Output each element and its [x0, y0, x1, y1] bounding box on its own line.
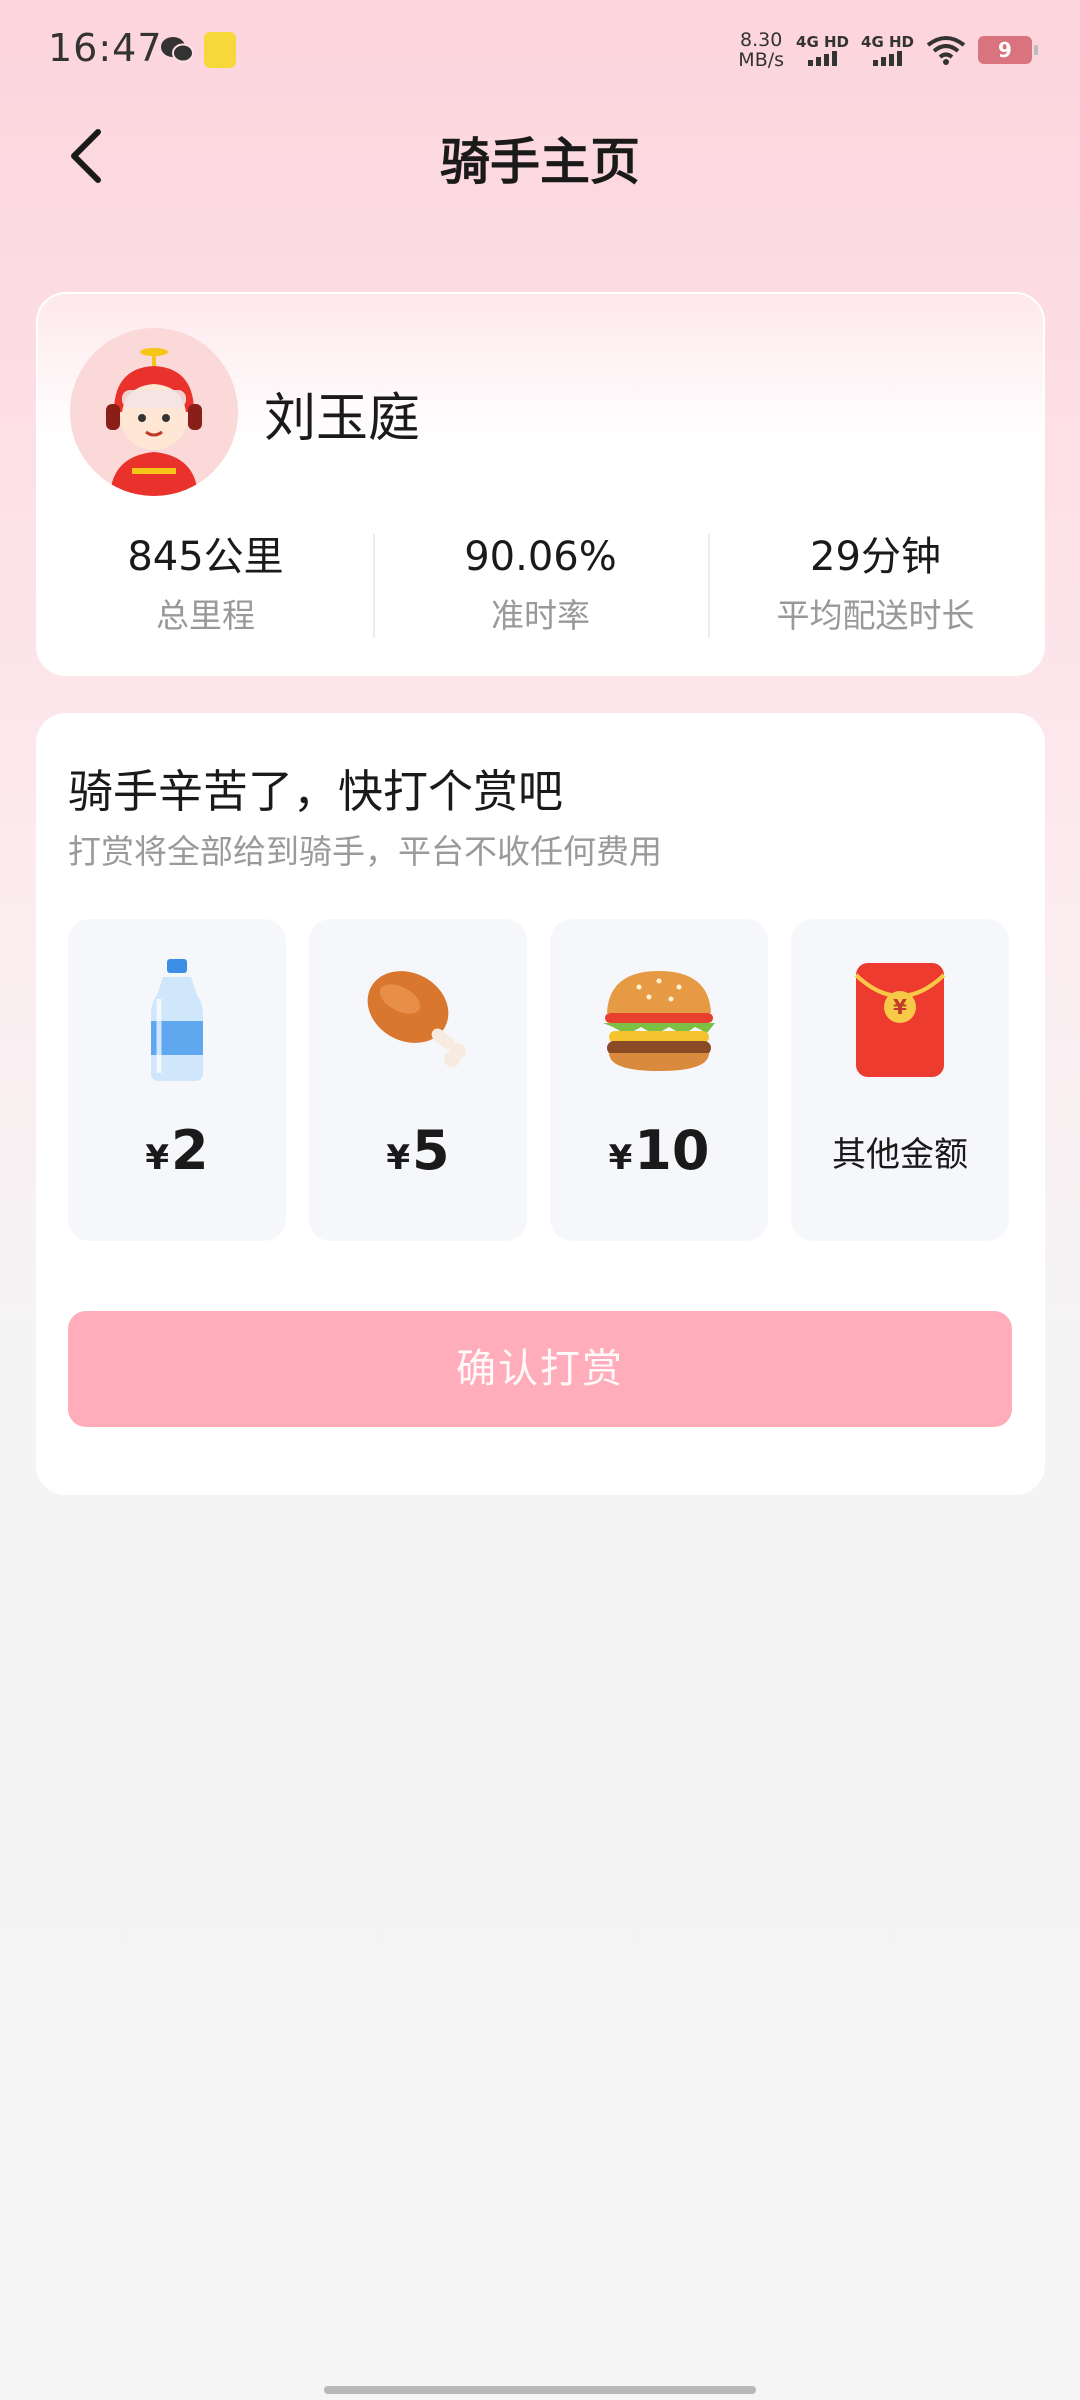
tip-amount: ¥2 [145, 1119, 209, 1182]
tip-card: 骑手辛苦了，快打个赏吧 打赏将全部给到骑手，平台不收任何费用 ¥2 ¥5 ¥10… [36, 713, 1045, 1495]
app-notification-icon [204, 32, 236, 68]
stat-value: 29分钟 [810, 534, 941, 580]
tip-other-amount-label: 其他金额 [832, 1135, 968, 1175]
stat-label: 总里程 [156, 596, 255, 635]
rider-stats: 845公里 总里程 90.06% 准时率 29分钟 平均配送时长 [38, 532, 1043, 638]
status-bar: 16:47 8.30 MB/s 4G HD 4G HD 9 [0, 0, 1080, 100]
tip-amount: ¥5 [386, 1119, 450, 1182]
signal-bars-icon [873, 50, 902, 66]
tip-option-2[interactable]: ¥2 [68, 919, 286, 1241]
page-title: 骑手主页 [440, 133, 640, 191]
rider-profile-card: 刘玉庭 845公里 总里程 90.06% 准时率 29分钟 平均配送时长 [36, 292, 1045, 676]
sim1-signal: 4G HD [796, 34, 849, 66]
status-time: 16:47 [48, 26, 163, 70]
burger-icon [603, 971, 715, 1071]
tip-amount: ¥10 [608, 1119, 710, 1182]
stat-avg-delivery-time: 29分钟 平均配送时长 [708, 532, 1043, 638]
red-envelope-icon: ¥ [854, 963, 946, 1077]
rider-avatar [70, 328, 238, 496]
sim2-signal: 4G HD [861, 34, 914, 66]
tip-options: ¥2 ¥5 ¥10 ¥ 其他金额 [68, 919, 1009, 1241]
status-indicators: 8.30 MB/s 4G HD 4G HD 9 [738, 28, 1038, 72]
tip-option-10[interactable]: ¥10 [550, 919, 768, 1241]
stat-label: 平均配送时长 [776, 596, 975, 635]
tip-subtitle: 打赏将全部给到骑手，平台不收任何费用 [68, 832, 662, 871]
svg-text:¥: ¥ [893, 995, 907, 1019]
network-speed: 8.30 MB/s [738, 29, 785, 71]
battery-icon: 9 [978, 36, 1038, 64]
signal-bars-icon [808, 50, 838, 66]
tip-option-other[interactable]: ¥ 其他金额 [791, 919, 1009, 1241]
stat-value: 90.06% [464, 534, 617, 580]
home-indicator[interactable] [324, 2386, 756, 2394]
wechat-icon [161, 37, 194, 63]
stat-label: 准时率 [491, 596, 590, 635]
wifi-icon [926, 36, 966, 65]
tip-title: 骑手辛苦了，快打个赏吧 [68, 765, 564, 818]
stat-total-distance: 845公里 总里程 [38, 532, 373, 636]
confirm-tip-button[interactable]: 确认打赏 [68, 1311, 1012, 1427]
chicken-leg-icon [367, 971, 466, 1067]
rider-name: 刘玉庭 [264, 389, 421, 449]
tip-option-5[interactable]: ¥5 [309, 919, 527, 1241]
stat-value: 845公里 [127, 534, 284, 580]
water-bottle-icon [151, 959, 203, 1081]
stat-on-time-rate: 90.06% 准时率 [373, 532, 708, 638]
